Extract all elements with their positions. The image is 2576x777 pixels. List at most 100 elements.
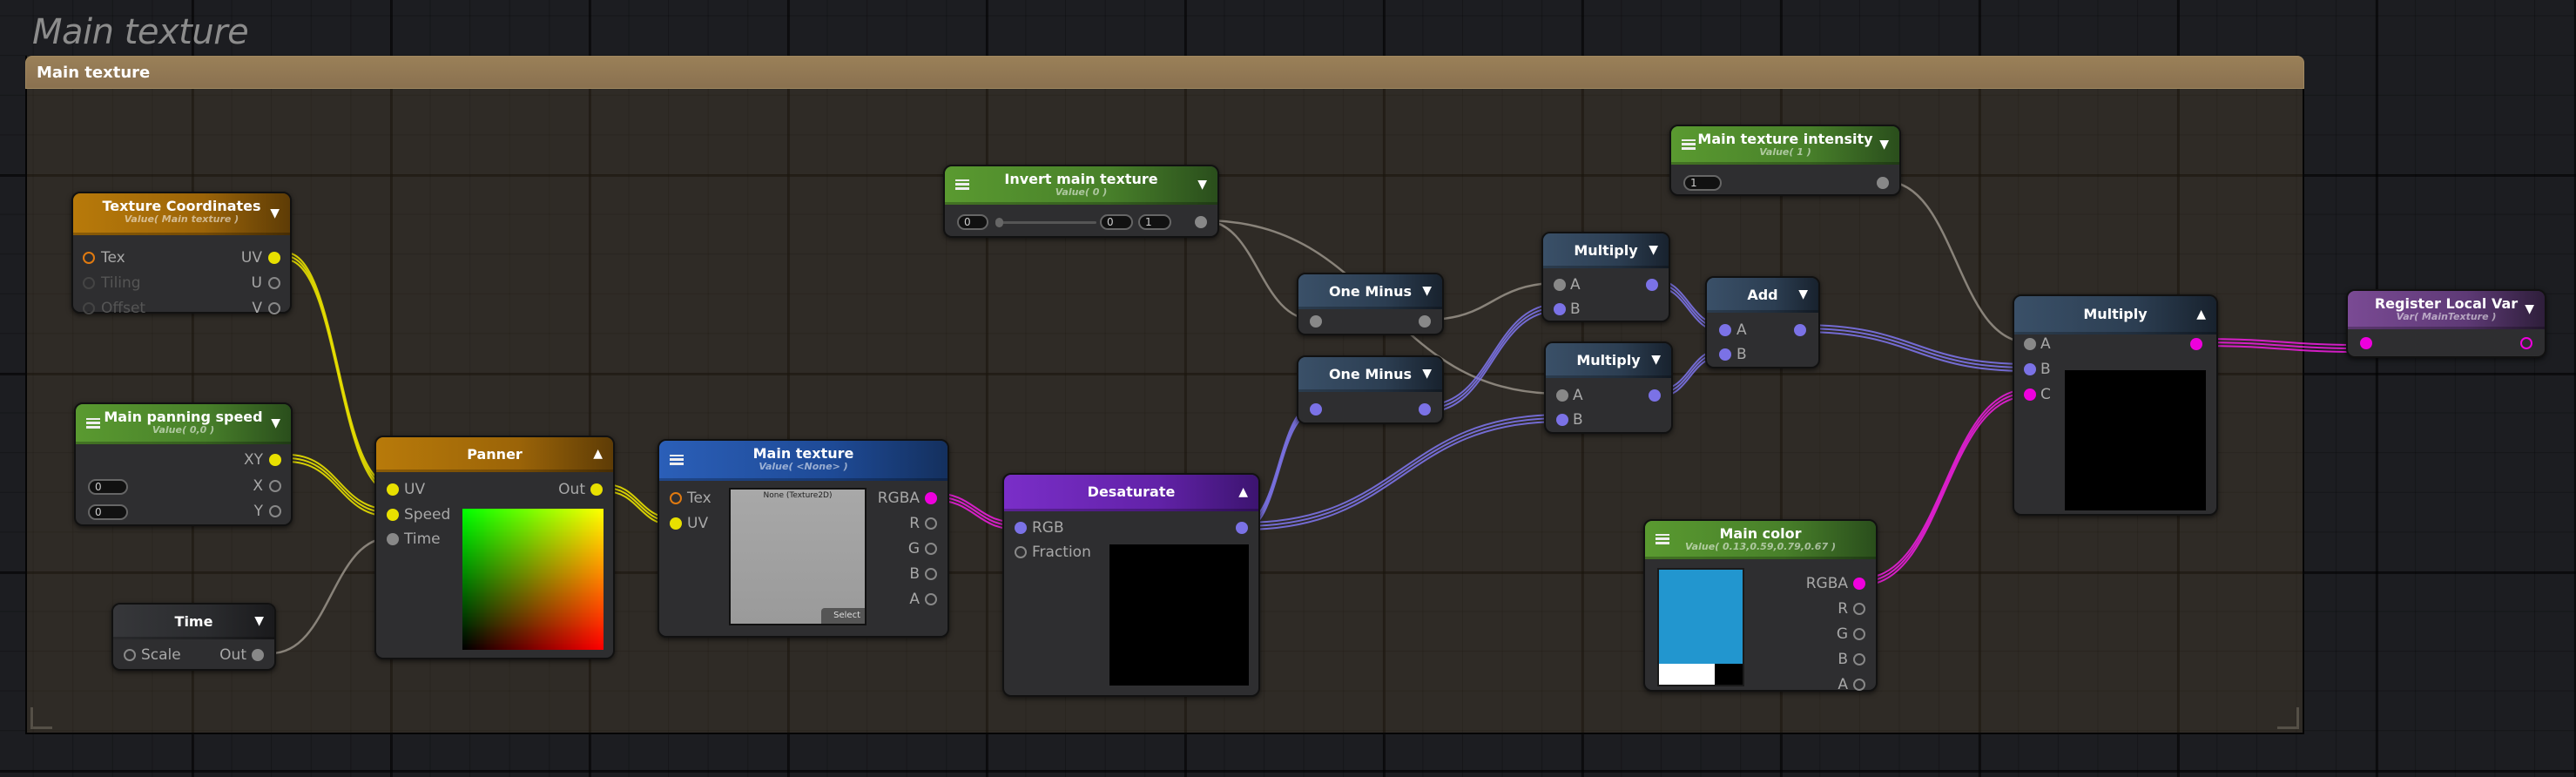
select-texture-button[interactable]: Select xyxy=(821,608,865,624)
hamburger-menu-icon[interactable] xyxy=(955,179,969,190)
collapse-toggle-icon[interactable]: ▼ xyxy=(271,416,280,430)
node-header[interactable]: Main texture Value( <None> ) xyxy=(659,441,947,481)
group-resize-handle-right[interactable] xyxy=(2277,707,2299,729)
input-port-b[interactable] xyxy=(1554,303,1566,315)
node-desaturate[interactable]: Desaturate ▲ RGB Fraction xyxy=(1002,473,1260,697)
node-multiply-1[interactable]: Multiply ▼ A B xyxy=(1541,232,1670,322)
output-port-out[interactable] xyxy=(590,483,603,496)
collapse-toggle-icon[interactable]: ▲ xyxy=(2196,307,2206,321)
output-port-b[interactable] xyxy=(925,568,937,580)
input-port[interactable] xyxy=(1310,403,1322,416)
hamburger-menu-icon[interactable] xyxy=(1682,139,1696,150)
node-one-minus-2[interactable]: One Minus ▼ xyxy=(1297,355,1444,424)
collapse-toggle-icon[interactable]: ▼ xyxy=(270,206,280,220)
output-port-y[interactable] xyxy=(269,505,281,517)
input-port-rgb[interactable] xyxy=(1015,522,1027,534)
max-field[interactable]: 1 xyxy=(1138,214,1171,230)
collapse-toggle-icon[interactable]: ▼ xyxy=(1651,353,1661,367)
output-port-rgba[interactable] xyxy=(925,492,937,504)
node-multiply-2[interactable]: Multiply ▼ A B xyxy=(1544,341,1673,434)
output-port-rgb[interactable] xyxy=(1236,522,1248,534)
node-header[interactable]: One Minus ▼ xyxy=(1298,274,1442,309)
node-texture-coordinates[interactable]: Texture Coordinates Value( Main texture … xyxy=(71,192,292,317)
group-resize-handle-left[interactable] xyxy=(30,707,52,729)
node-invert-main-texture[interactable]: Invert main texture Value( 0 ) ▼ 0 0 1 xyxy=(943,165,1219,238)
output-port[interactable] xyxy=(2520,337,2532,349)
input-port-scale[interactable] xyxy=(124,649,136,661)
input-port-a[interactable] xyxy=(1719,324,1731,336)
output-port[interactable] xyxy=(1649,389,1661,402)
input-port-uv[interactable] xyxy=(670,517,682,530)
input-port-a[interactable] xyxy=(1556,389,1568,402)
x-value-field[interactable]: 0 xyxy=(88,479,128,495)
collapse-toggle-icon[interactable]: ▼ xyxy=(1422,284,1432,298)
node-header[interactable]: Desaturate ▲ xyxy=(1004,475,1258,511)
output-port-r[interactable] xyxy=(925,517,937,530)
input-port-speed[interactable] xyxy=(387,509,399,521)
output-port-a[interactable] xyxy=(1853,679,1865,691)
node-panner[interactable]: Panner ▲ UV Speed Time Out xyxy=(374,436,615,659)
output-port-g[interactable] xyxy=(925,543,937,555)
collapse-toggle-icon[interactable]: ▲ xyxy=(593,447,603,461)
collapse-toggle-icon[interactable]: ▼ xyxy=(1422,367,1432,381)
collapse-toggle-icon[interactable]: ▼ xyxy=(1197,178,1207,192)
hamburger-menu-icon[interactable] xyxy=(670,454,684,465)
output-port-g[interactable] xyxy=(1853,628,1865,640)
node-header[interactable]: Main color Value( 0.13,0.59,0.79,0.67 ) xyxy=(1645,521,1876,559)
node-add[interactable]: Add ▼ A B xyxy=(1705,276,1820,368)
output-port-r[interactable] xyxy=(1853,603,1865,615)
output-port-a[interactable] xyxy=(925,593,937,605)
node-header[interactable]: Texture Coordinates Value( Main texture … xyxy=(73,193,290,235)
output-port-u[interactable] xyxy=(268,277,280,289)
output-port[interactable] xyxy=(2190,338,2202,350)
input-port-a[interactable] xyxy=(1554,279,1566,291)
output-port[interactable] xyxy=(1877,177,1889,189)
input-port-c[interactable] xyxy=(2024,388,2036,401)
node-header[interactable]: Main panning speed Value( 0,0 ) ▼ xyxy=(76,404,291,444)
collapse-toggle-icon[interactable]: ▼ xyxy=(1879,138,1889,152)
node-one-minus-1[interactable]: One Minus ▼ xyxy=(1297,273,1444,335)
output-port-uv[interactable] xyxy=(268,252,280,264)
output-port[interactable] xyxy=(1195,216,1207,228)
node-header[interactable]: One Minus ▼ xyxy=(1298,357,1442,392)
node-header[interactable]: Main texture intensity Value( 1 ) ▼ xyxy=(1671,126,1899,165)
node-header[interactable]: Multiply ▲ xyxy=(2014,296,2216,334)
texture-object-field[interactable]: None (Texture2D) Select xyxy=(729,488,867,625)
input-port-b[interactable] xyxy=(1556,414,1568,426)
output-port[interactable] xyxy=(1794,324,1806,336)
value-slider-track[interactable] xyxy=(995,218,1096,227)
input-port-tiling[interactable] xyxy=(83,277,95,289)
output-port-x[interactable] xyxy=(269,480,281,492)
output-port[interactable] xyxy=(1419,315,1431,328)
output-port[interactable] xyxy=(1646,279,1658,291)
input-port-time[interactable] xyxy=(387,533,399,545)
collapse-toggle-icon[interactable]: ▲ xyxy=(1238,485,1248,499)
output-port-xy[interactable] xyxy=(269,454,281,466)
collapse-toggle-icon[interactable]: ▼ xyxy=(254,614,264,628)
hamburger-menu-icon[interactable] xyxy=(86,417,100,429)
node-register-local-var[interactable]: Register Local Var Var( MainTexture ) ▼ xyxy=(2346,289,2546,358)
input-port-tex[interactable] xyxy=(83,252,95,264)
output-port-v[interactable] xyxy=(268,302,280,314)
comment-group-header[interactable]: Main texture xyxy=(25,56,2304,89)
input-port[interactable] xyxy=(1310,315,1322,328)
value-slider-thumb[interactable] xyxy=(995,218,1003,227)
input-port-uv[interactable] xyxy=(387,483,399,496)
value-field[interactable]: 0 xyxy=(957,214,988,230)
input-port-tex[interactable] xyxy=(670,492,682,504)
node-header[interactable]: Time ▼ xyxy=(113,605,274,639)
y-value-field[interactable]: 0 xyxy=(88,504,128,520)
output-port-out[interactable] xyxy=(252,649,264,661)
input-port-a[interactable] xyxy=(2024,338,2036,350)
collapse-toggle-icon[interactable]: ▼ xyxy=(2525,302,2534,316)
node-main-color[interactable]: Main color Value( 0.13,0.59,0.79,0.67 ) … xyxy=(1643,519,1878,693)
node-time[interactable]: Time ▼ Scale Out xyxy=(111,603,276,671)
output-port-b[interactable] xyxy=(1853,653,1865,666)
input-port-b[interactable] xyxy=(1719,348,1731,361)
min-field[interactable]: 0 xyxy=(1100,214,1133,230)
node-main-texture-intensity[interactable]: Main texture intensity Value( 1 ) ▼ 1 xyxy=(1669,125,1901,196)
input-port-fraction[interactable] xyxy=(1015,546,1027,558)
node-main-panning-speed[interactable]: Main panning speed Value( 0,0 ) ▼ XY 0 X… xyxy=(74,402,293,526)
node-header[interactable]: Invert main texture Value( 0 ) ▼ xyxy=(945,166,1217,205)
color-swatch[interactable] xyxy=(1657,568,1744,686)
